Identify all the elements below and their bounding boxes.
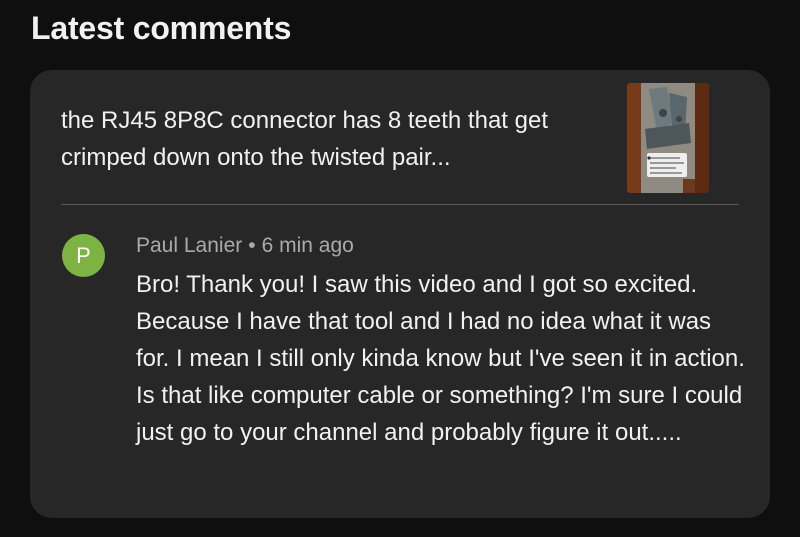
- comment-card[interactable]: the RJ45 8P8C connector has 8 teeth that…: [30, 70, 770, 518]
- crimp-tool-thumbnail-icon: [627, 83, 709, 193]
- meta-separator: •: [248, 234, 256, 257]
- video-title[interactable]: the RJ45 8P8C connector has 8 teeth that…: [61, 102, 591, 176]
- avatar[interactable]: P: [62, 234, 105, 277]
- comment-time: 6 min ago: [261, 234, 354, 257]
- video-thumbnail[interactable]: [627, 83, 709, 193]
- comment-meta: Paul Lanier • 6 min ago: [136, 234, 354, 258]
- section-title: Latest comments: [31, 10, 292, 46]
- divider: [61, 204, 739, 205]
- latest-comments-page: Latest comments the RJ45 8P8C connector …: [0, 0, 800, 537]
- comment-text: Bro! Thank you! I saw this video and I g…: [136, 271, 745, 446]
- comment-author[interactable]: Paul Lanier: [136, 234, 242, 257]
